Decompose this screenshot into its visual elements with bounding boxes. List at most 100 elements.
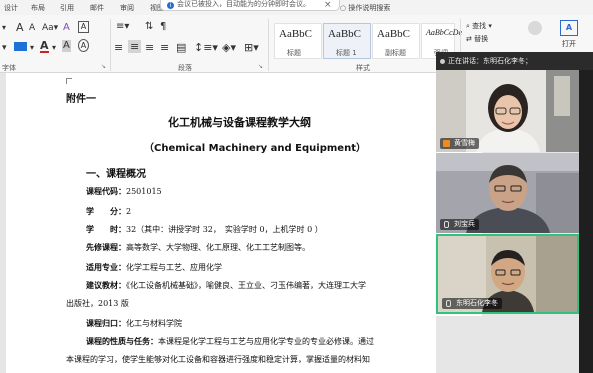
font-dialog-launcher[interactable]: ↘ bbox=[101, 63, 106, 70]
video-tile[interactable]: 黄雪梅 bbox=[436, 70, 579, 152]
find-button[interactable]: ⌕ 查找 ▾ bbox=[466, 21, 492, 31]
tab-design[interactable]: 设计 bbox=[4, 3, 18, 13]
tell-me-search[interactable]: ○ 操作说明搜索 bbox=[340, 3, 390, 13]
search-icon: ⌕ bbox=[466, 22, 470, 30]
speaking-text: 正在讲话：东明石化李冬； bbox=[448, 57, 532, 65]
mic-icon bbox=[444, 221, 449, 228]
panel-edge bbox=[579, 70, 593, 373]
highlight-button[interactable] bbox=[14, 42, 27, 51]
field-label: 先修课程： bbox=[86, 242, 126, 252]
field-label: 学 分： bbox=[86, 206, 126, 216]
credit-line: 学 分：2 bbox=[86, 206, 131, 217]
document-area: 附件一 化工机械与设备课程教学大纲 （Chemical Machinery an… bbox=[0, 73, 482, 373]
empty-tile-area bbox=[436, 316, 579, 373]
participant-name: 刘宝兵 bbox=[454, 220, 475, 228]
notification-text: 会议已被投入，目动能为的分钟即时会议。 bbox=[177, 0, 310, 8]
hours-line: 学 时：32（其中：讲授学时 32， 实验学时 0，上机学时 0 ） bbox=[86, 224, 323, 235]
paragraph-dialog-launcher[interactable]: ↘ bbox=[258, 63, 263, 70]
dept-line: 课程归口：化工与材料学院 bbox=[86, 318, 182, 329]
field-label: 课程代码： bbox=[86, 186, 126, 196]
font-group-label: 字体 bbox=[2, 64, 16, 72]
participant-name: 黄雪梅 bbox=[454, 139, 475, 147]
style-title[interactable]: AaBbC 标题 bbox=[274, 23, 322, 59]
appendix-label: 附件一 bbox=[66, 94, 96, 105]
field-label: 课程的性质与任务： bbox=[86, 336, 158, 346]
tab-references[interactable]: 引用 bbox=[60, 3, 74, 13]
clear-format-button[interactable]: A bbox=[63, 22, 70, 33]
shrink-font-button[interactable]: A bbox=[29, 23, 35, 33]
sensitivity-icon[interactable]: A bbox=[560, 20, 578, 36]
font-size-dropdown[interactable]: ▾ bbox=[2, 23, 6, 32]
replace-label: 替换 bbox=[474, 35, 489, 43]
meeting-notification: i 会议已被投入，目动能为的分钟即时会议。 bbox=[160, 0, 340, 11]
indent-button[interactable]: ¶ bbox=[160, 21, 166, 32]
style-sample: AaBbCcDe bbox=[426, 28, 462, 37]
enclose-char-button[interactable]: A bbox=[78, 39, 89, 52]
field-value: 化工与材料学院 bbox=[126, 319, 182, 328]
borders-button[interactable]: ⊞▾ bbox=[244, 41, 259, 54]
tab-review[interactable]: 审阅 bbox=[120, 3, 134, 13]
justify-button[interactable]: ≡ bbox=[160, 41, 169, 54]
textbook-line: 建议教材：《化工设备机械基础》，喻健良、王立业、刁玉伟编著，大连理工大学 bbox=[86, 280, 366, 291]
sort-button[interactable]: ⇅ bbox=[145, 21, 153, 32]
dictate-icon[interactable] bbox=[528, 21, 542, 35]
text-effects-dropdown[interactable]: ▾ bbox=[2, 43, 7, 53]
field-value: 2 bbox=[126, 207, 132, 216]
font-color-dropdown[interactable]: ▾ bbox=[52, 43, 56, 52]
align-right-button[interactable]: ≡ bbox=[145, 41, 154, 54]
prereq-line: 先修课程：高等数学、大学物理、化工原理、化工工艺制图等。 bbox=[86, 242, 310, 253]
paragraph-group-label: 段落 bbox=[178, 64, 192, 72]
field-value: 高等数学、大学物理、化工原理、化工工艺制图等。 bbox=[126, 243, 310, 252]
divider bbox=[268, 19, 269, 71]
highlight-dropdown[interactable]: ▾ bbox=[30, 43, 34, 52]
styles-group-label: 样式 bbox=[356, 64, 370, 72]
font-color-button[interactable]: A bbox=[40, 40, 49, 53]
align-center-button[interactable]: ≡ bbox=[128, 40, 142, 53]
lightbulb-icon: ○ bbox=[340, 4, 347, 12]
style-sample: AaBbC bbox=[279, 28, 312, 40]
align-left-button[interactable]: ≡ bbox=[114, 41, 123, 54]
section-heading: 一、课程概况 bbox=[86, 169, 146, 180]
video-tile-active[interactable]: 东明石化李冬 bbox=[436, 234, 579, 314]
document-page[interactable]: 附件一 化工机械与设备课程教学大纲 （Chemical Machinery an… bbox=[6, 73, 482, 373]
participant-name-tag: 黄雪梅 bbox=[440, 138, 479, 149]
style-subtitle[interactable]: AaBbC 副标题 bbox=[372, 23, 420, 59]
replace-button[interactable]: ⇄ 替换 bbox=[466, 34, 488, 44]
tab-layout[interactable]: 布局 bbox=[31, 3, 45, 13]
char-border-button[interactable]: A bbox=[78, 21, 89, 33]
field-value: 《化工设备机械基础》，喻健良、王立业、刁玉伟编著，大连理工大学 bbox=[126, 281, 366, 290]
change-case-button[interactable]: Aa▾ bbox=[42, 23, 58, 33]
participant-name: 东明石化李冬 bbox=[456, 299, 498, 307]
distributed-button[interactable]: ▤ bbox=[176, 41, 186, 54]
style-name: 标题 bbox=[287, 49, 301, 57]
speaking-indicator: 正在讲话：东明石化李冬； bbox=[436, 52, 593, 70]
show-marks-button[interactable]: ≡▾ bbox=[116, 21, 129, 32]
field-label: 课程归口： bbox=[86, 318, 126, 328]
textbook-line-2: 出版社，2013 版 bbox=[66, 299, 129, 308]
style-sample: AaBbC bbox=[377, 28, 410, 40]
tab-mailings[interactable]: 邮件 bbox=[90, 3, 104, 13]
field-value: 32（其中：讲授学时 32， 实验学时 0，上机学时 0 ） bbox=[126, 225, 323, 234]
shading-button[interactable]: ◈▾ bbox=[222, 41, 236, 54]
search-label: 操作说明搜索 bbox=[348, 4, 391, 12]
margin-marker bbox=[66, 78, 72, 84]
field-value: 2501015 bbox=[126, 187, 162, 196]
field-label: 建议教材： bbox=[86, 280, 126, 290]
style-name: 副标题 bbox=[385, 49, 406, 57]
close-icon[interactable]: × bbox=[324, 0, 332, 10]
field-label: 学 时： bbox=[86, 224, 126, 234]
find-label: 查找 bbox=[472, 22, 487, 30]
participant-name-tag: 刘宝兵 bbox=[440, 219, 479, 230]
replace-icon: ⇄ bbox=[466, 35, 472, 43]
grow-font-button[interactable]: A bbox=[16, 21, 24, 34]
open-button[interactable]: 打开 bbox=[562, 39, 576, 49]
video-tile[interactable]: 刘宝兵 bbox=[436, 153, 579, 233]
course-code-line: 课程代码：2501015 bbox=[86, 186, 162, 197]
style-heading-1[interactable]: AaBbC 标题 1 bbox=[323, 23, 371, 59]
nature-line-2: 本课程的学习，使学生能够对化工设备和容器进行强度和稳定计算，掌握适量的材料知 bbox=[66, 355, 370, 364]
line-spacing-button[interactable]: ↕≡▾ bbox=[194, 41, 218, 54]
char-shading-button[interactable]: A bbox=[62, 40, 71, 52]
field-label: 适用专业： bbox=[86, 262, 126, 272]
doc-title: 化工机械与设备课程教学大纲 bbox=[168, 116, 311, 129]
info-icon: i bbox=[167, 2, 174, 9]
